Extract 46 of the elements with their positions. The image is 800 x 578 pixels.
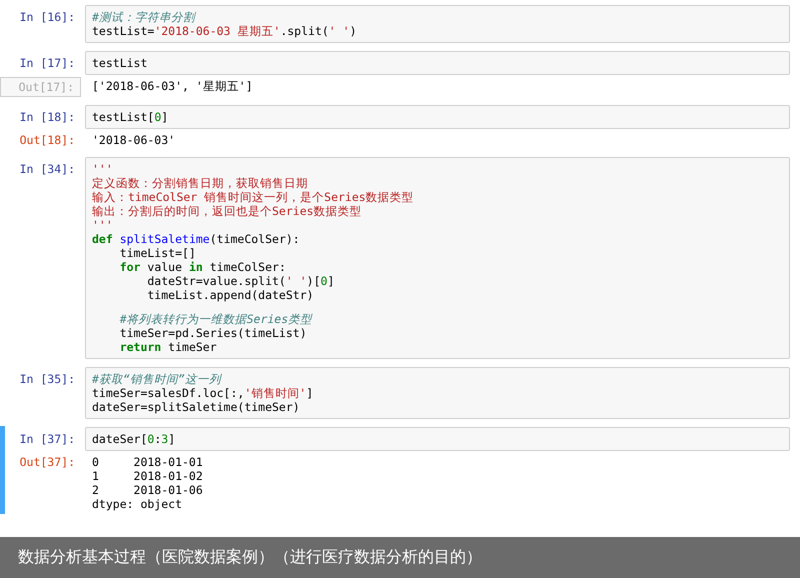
code-line: '''	[92, 162, 114, 176]
code-line: timeSer=pd.Series(timeList)	[118, 326, 308, 340]
input-prompt: In [35]:	[18, 371, 76, 386]
notebook-cell[interactable]: In [18]: testList[0] Out[18]: '2018-06-03'	[0, 104, 800, 150]
code-line: testList	[92, 56, 148, 70]
caption-bar: 数据分析基本过程（医院数据案例）（进行医疗数据分析的目的）	[0, 537, 800, 578]
code-line: testList='2018-06-03 星期五'.split(' ')	[92, 24, 358, 38]
code-line: testList[0]	[92, 110, 170, 124]
output-line: 0 2018-01-01	[92, 455, 203, 469]
code-line: 输入：timeColSer 销售时间这一列，是个Series数据类型	[92, 190, 415, 204]
input-prompt: In [37]:	[18, 431, 76, 446]
code-line: '''	[92, 218, 114, 232]
output-prompt[interactable]: Out[37]:	[5, 453, 81, 469]
code-line: return timeSer	[118, 340, 218, 354]
code-line: 定义函数：分割销售日期，获取销售日期	[92, 176, 309, 190]
output-line: 1 2018-01-02	[92, 469, 203, 483]
output-prompt[interactable]: Out[18]:	[5, 131, 81, 147]
code-line: for value in timeColSer:	[118, 260, 287, 274]
output-line: '2018-06-03'	[92, 133, 176, 147]
code-line: timeList=[]	[118, 246, 197, 260]
code-line: dateSer[0:3]	[92, 432, 176, 446]
notebook-cell[interactable]: In [16]: #测试：字符串分割 testList='2018-06-03 星期五'.split(' ')	[0, 4, 800, 44]
code-line: dateStr=value.split(' ')[0]	[146, 274, 336, 288]
code-line: 输出：分割后的时间，返回也是个Series数据类型	[92, 204, 363, 218]
notebook-cell[interactable]: In [35]: #获取“销售时间”这一列 timeSer=salesDf.loc[:,'销售时间'] dateSer=splitSaletime(timeSer)	[0, 366, 800, 420]
code-line: #获取“销售时间”这一列	[92, 372, 223, 386]
code-line: def splitSaletime(timeColSer):	[92, 232, 301, 246]
input-prompt: In [16]:	[18, 9, 76, 24]
output-line: ['2018-06-03', '星期五']	[92, 79, 253, 93]
code-line: dateSer=splitSaletime(timeSer)	[92, 400, 301, 414]
code-editor[interactable]: #获取“销售时间”这一列 timeSer=salesDf.loc[:,'销售时间'] dateSer=splitSaletime(timeSer)	[85, 367, 790, 419]
notebook-cell[interactable]: In [37]: dateSer[0:3] Out[37]: 0 2018-01-01 1 2018-01-02 2 2018-01-06 dtype: object	[0, 426, 800, 514]
output-line: dtype: object	[92, 497, 184, 511]
code-editor[interactable]: dateSer[0:3]	[85, 427, 790, 451]
notebook-cell[interactable]: In [17]: testList Out[17]: ['2018-06-03', '星期五']	[0, 50, 800, 98]
code-line: timeList.append(dateStr)	[146, 288, 315, 302]
code-line: timeSer=salesDf.loc[:,'销售时间']	[92, 386, 314, 400]
code-editor[interactable]: testList	[85, 51, 790, 75]
input-prompt: In [17]:	[18, 55, 76, 70]
input-prompt: In [18]:	[18, 109, 76, 124]
code-editor[interactable]: #测试：字符串分割 testList='2018-06-03 星期五'.split(' ')	[85, 5, 790, 43]
input-prompt: In [34]:	[18, 161, 76, 176]
output-line: 2 2018-01-06	[92, 483, 203, 497]
code-line: #将列表转行为一维数据Series类型	[118, 312, 314, 326]
code-line: #测试：字符串分割	[92, 10, 197, 24]
code-editor[interactable]: testList[0]	[85, 105, 790, 129]
